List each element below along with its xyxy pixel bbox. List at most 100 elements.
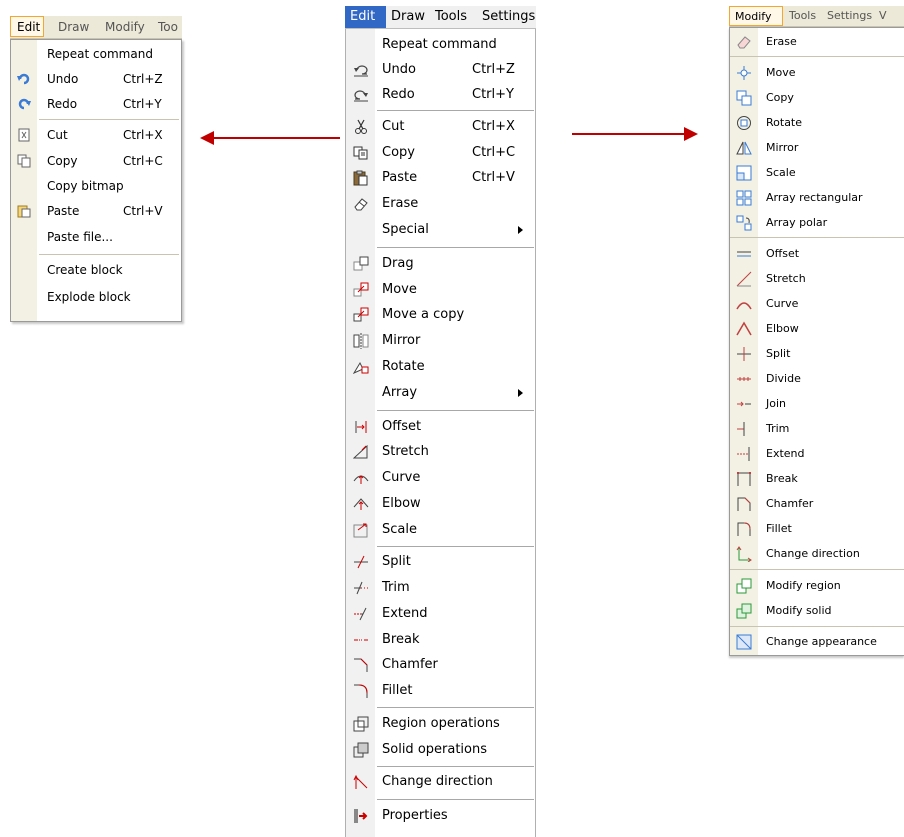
menu-item-elbow[interactable]: Elbow	[346, 492, 536, 516]
fillet-icon	[354, 684, 368, 698]
menu-item-explode-block[interactable]: Explode block	[11, 286, 181, 308]
trim-icon	[354, 581, 368, 595]
menu-item-solid-operations[interactable]: Solid operations	[346, 738, 536, 762]
menu-item-region-operations[interactable]: Region operations	[346, 712, 536, 736]
menu-item-curve[interactable]: Curve	[730, 292, 904, 316]
menu-item-special[interactable]: Special	[346, 218, 536, 242]
menubar-edit[interactable]: Edit	[10, 16, 44, 37]
menu-item-offset[interactable]: Offset	[730, 242, 904, 266]
menu-item-paste-file[interactable]: Paste file...	[11, 226, 181, 248]
menubar-tools[interactable]: Tools	[435, 9, 467, 24]
menubar-modify[interactable]: Modify	[729, 6, 783, 26]
menu-item-cut[interactable]: Cut Ctrl+X	[11, 124, 181, 146]
menu-item-properties[interactable]: Properties	[346, 804, 536, 828]
right-modify-menu: Modify Tools Settings V Erase Move Copy …	[729, 6, 904, 656]
menu-item-drag[interactable]: Drag	[346, 252, 536, 276]
menu-item-redo[interactable]: Redo Ctrl+Y	[346, 83, 536, 107]
region-icon	[736, 578, 752, 594]
menubar-settings[interactable]: Settings	[827, 9, 872, 22]
menu-item-curve[interactable]: Curve	[346, 466, 536, 490]
menu-item-offset[interactable]: Offset	[346, 415, 536, 439]
move-icon	[737, 66, 751, 80]
menubar-settings[interactable]: Settings	[482, 9, 535, 24]
menu-item-scale[interactable]: Scale	[346, 518, 536, 542]
menu-item-move[interactable]: Move	[346, 278, 536, 302]
menubar-edit[interactable]: Edit	[345, 6, 386, 28]
menu-item-mirror[interactable]: Mirror	[346, 329, 536, 353]
menu-item-array[interactable]: Array	[346, 381, 536, 405]
menubar-draw[interactable]: Draw	[58, 20, 89, 34]
redo-icon	[354, 90, 368, 102]
menu-item-erase[interactable]: Erase	[346, 192, 536, 216]
right-menu-dropdown: Erase Move Copy Rotate Mirror Scale Arra…	[729, 27, 904, 656]
menu-item-break[interactable]: Break	[346, 628, 536, 652]
menu-item-paste[interactable]: Paste Ctrl+V	[11, 200, 181, 222]
submenu-arrow-icon	[518, 389, 523, 397]
menu-item-split[interactable]: Split	[730, 342, 904, 366]
menu-item-fillet[interactable]: Fillet	[730, 517, 904, 541]
copy-icon	[353, 146, 368, 160]
undo-icon	[354, 65, 368, 77]
menu-item-repeat-command[interactable]: Repeat command	[346, 33, 536, 57]
menu-item-join[interactable]: Join	[730, 392, 904, 416]
menu-item-create-block[interactable]: Create block	[11, 259, 181, 281]
menu-item-undo[interactable]: Undo Ctrl+Z	[346, 58, 536, 82]
menu-item-elbow[interactable]: Elbow	[730, 317, 904, 341]
menubar-view[interactable]: V	[879, 9, 887, 22]
menu-item-extend[interactable]: Extend	[730, 442, 904, 466]
fillet-icon	[737, 522, 751, 536]
redo-icon	[18, 98, 31, 110]
menubar-tools[interactable]: Tools	[789, 9, 816, 22]
menu-item-cut[interactable]: Cut Ctrl+X	[346, 115, 536, 139]
menu-item-split[interactable]: Split	[346, 550, 536, 574]
region-icon	[353, 716, 369, 732]
menu-item-copy-bitmap[interactable]: Copy bitmap	[11, 175, 181, 197]
clipboard-icon	[353, 170, 368, 186]
menu-item-extend[interactable]: Extend	[346, 602, 536, 626]
menu-item-break[interactable]: Break	[730, 467, 904, 491]
right-menubar: Modify Tools Settings V	[729, 6, 904, 27]
menu-item-rotate[interactable]: Rotate	[346, 355, 536, 379]
menu-item-fillet[interactable]: Fillet	[346, 679, 536, 703]
undo-icon	[17, 73, 30, 85]
menu-item-modify-solid[interactable]: Modify solid	[730, 599, 904, 623]
menu-item-change-direction[interactable]: Change direction	[346, 770, 536, 794]
menu-item-redo[interactable]: Redo Ctrl+Y	[11, 93, 181, 115]
menu-item-trim[interactable]: Trim	[730, 417, 904, 441]
mirror-icon	[353, 333, 369, 349]
split-icon	[737, 347, 751, 361]
menu-item-stretch[interactable]: Stretch	[346, 440, 536, 464]
menu-item-divide[interactable]: Divide	[730, 367, 904, 391]
menu-item-move-a-copy[interactable]: Move a copy	[346, 303, 536, 327]
menu-item-change-direction[interactable]: Change direction	[730, 542, 904, 566]
menu-item-stretch[interactable]: Stretch	[730, 267, 904, 291]
menubar-modify[interactable]: Modify	[105, 20, 145, 34]
menu-item-repeat-command[interactable]: Repeat command	[11, 43, 181, 65]
left-arrow	[200, 131, 340, 145]
offset-icon	[737, 251, 751, 257]
eraser-icon	[737, 36, 751, 49]
menu-item-mirror[interactable]: Mirror	[730, 136, 904, 160]
menubar-draw[interactable]: Draw	[391, 9, 425, 24]
menu-item-erase[interactable]: Erase	[730, 30, 904, 54]
menu-item-array-polar[interactable]: Array polar	[730, 211, 904, 235]
menu-item-move[interactable]: Move	[730, 61, 904, 85]
move-copy-icon	[353, 307, 369, 322]
menu-item-chamfer[interactable]: Chamfer	[730, 492, 904, 516]
menu-item-chamfer[interactable]: Chamfer	[346, 653, 536, 677]
stretch-icon	[736, 271, 752, 287]
menu-item-rotate[interactable]: Rotate	[730, 111, 904, 135]
menu-item-scale[interactable]: Scale	[730, 161, 904, 185]
menu-item-copy[interactable]: Copy Ctrl+C	[346, 141, 536, 165]
extend-icon	[737, 447, 750, 461]
menu-item-modify-region[interactable]: Modify region	[730, 574, 904, 598]
menu-item-copy[interactable]: Copy Ctrl+C	[11, 150, 181, 172]
menu-item-paste[interactable]: Paste Ctrl+V	[346, 166, 536, 190]
menu-item-array-rectangular[interactable]: Array rectangular	[730, 186, 904, 210]
menubar-tools[interactable]: Too	[158, 20, 178, 34]
menu-item-trim[interactable]: Trim	[346, 576, 536, 600]
properties-icon	[354, 809, 368, 823]
menu-item-copy[interactable]: Copy	[730, 86, 904, 110]
menu-item-change-appearance[interactable]: Change appearance	[730, 630, 904, 654]
menu-item-undo[interactable]: Undo Ctrl+Z	[11, 68, 181, 90]
